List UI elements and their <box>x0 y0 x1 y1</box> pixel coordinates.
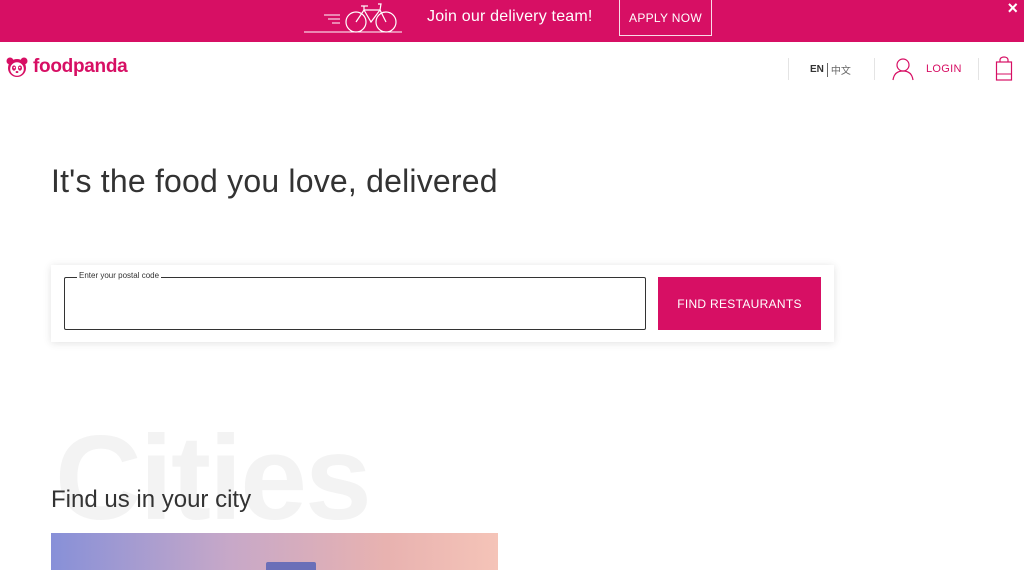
find-restaurants-button[interactable]: FIND RESTAURANTS <box>658 277 821 330</box>
divider <box>874 58 875 80</box>
city-card-decoration <box>266 562 316 570</box>
apply-now-button[interactable]: APPLY NOW <box>619 0 712 36</box>
lang-en-link[interactable]: EN <box>810 64 824 75</box>
postal-code-field: Enter your postal code <box>64 271 646 330</box>
shopping-bag-icon[interactable] <box>995 56 1013 82</box>
close-icon[interactable]: × <box>1007 0 1018 19</box>
lang-zh-link[interactable]: 中文 <box>831 62 851 77</box>
lang-separator <box>826 62 828 77</box>
divider <box>788 58 789 80</box>
brand-name: foodpanda <box>33 56 128 77</box>
cities-title: Find us in your city <box>51 486 252 513</box>
cities-watermark: Cities <box>55 411 372 545</box>
hero-title: It's the food you love, delivered <box>51 163 498 199</box>
postal-code-input[interactable] <box>65 278 645 329</box>
login-button[interactable]: LOGIN <box>892 57 962 81</box>
language-switcher: EN 中文 <box>810 62 851 77</box>
login-label: LOGIN <box>926 63 962 75</box>
site-header: foodpanda EN 中文 LOGIN <box>0 42 1024 94</box>
city-card-image[interactable] <box>51 533 498 570</box>
brand-logo[interactable]: foodpanda <box>6 56 128 78</box>
promo-banner: Join our delivery team! APPLY NOW × <box>0 0 1024 42</box>
divider <box>978 58 979 80</box>
panda-icon <box>6 57 28 77</box>
promo-text: Join our delivery team! <box>427 8 593 25</box>
postal-search-card: Enter your postal code FIND RESTAURANTS <box>51 265 834 342</box>
user-icon <box>892 58 914 81</box>
bicycle-icon <box>304 3 402 33</box>
